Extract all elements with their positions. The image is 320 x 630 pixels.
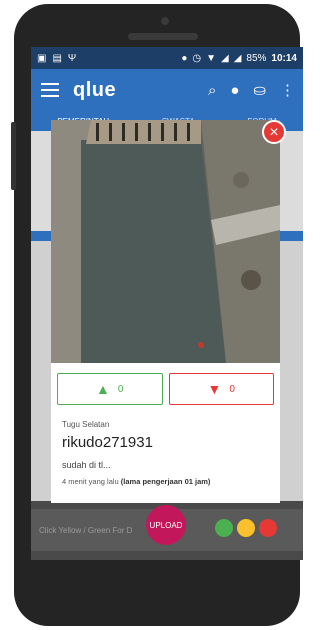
screen: ▣ ▤ Ψ ● ◷ ▼ ◢ ◢ 85% 10:14 qlue ⌕ ● ⛀ ⋮ P… xyxy=(31,47,303,560)
report-username[interactable]: rikudo271931 xyxy=(62,434,153,451)
report-description: sudah di tl... xyxy=(62,460,111,470)
status-bar: ▣ ▤ Ψ ● ◷ ▼ ◢ ◢ 85% 10:14 xyxy=(31,47,303,69)
upvote-button[interactable]: ▲ 0 xyxy=(57,373,163,405)
app-bar: qlue ⌕ ● ⛀ ⋮ xyxy=(31,69,303,111)
report-duration: (lama pengerjaan 01 jam) xyxy=(120,477,211,486)
battery-percent: 85% xyxy=(246,52,267,64)
report-detail-dialog: ▲ 0 ▼ 0 Tugu Selatan rikudo271931 sudah … xyxy=(51,120,280,503)
downvote-count: 0 xyxy=(229,383,235,395)
more-icon[interactable]: ⋮ xyxy=(280,81,295,99)
signal-icon: ◢ xyxy=(221,52,229,64)
thumbs-down-icon: ▼ xyxy=(207,381,222,397)
upvote-count: 0 xyxy=(117,383,124,395)
signal-icon-2: ◢ xyxy=(233,52,242,64)
report-photo xyxy=(51,120,280,363)
phone-camera xyxy=(161,17,169,25)
thumbs-up-icon: ▲ xyxy=(96,381,110,397)
report-time-ago: 4 menit yang lalu xyxy=(62,477,119,486)
search-icon[interactable]: ⌕ xyxy=(208,82,216,99)
bottom-hint: Click Yellow / Green For D xyxy=(39,525,133,535)
usb-icon: Ψ xyxy=(67,52,77,64)
image-icon: ▣ xyxy=(37,52,47,64)
report-time: 4 menit yang lalu (lama pengerjaan 01 ja… xyxy=(62,477,210,486)
clock: 10:14 xyxy=(271,52,297,64)
report-location: Tugu Selatan xyxy=(62,420,110,429)
app-logo: qlue xyxy=(73,78,117,101)
green-dot[interactable] xyxy=(215,519,233,537)
downvote-button[interactable]: ▼ 0 xyxy=(168,373,274,405)
upload-button[interactable]: UPLOAD xyxy=(146,505,186,545)
message-icon: ▤ xyxy=(52,52,62,64)
location-icon: ● xyxy=(181,52,188,64)
phone-side-button xyxy=(11,122,16,190)
red-dot[interactable] xyxy=(259,519,277,537)
phone-speaker xyxy=(128,33,198,40)
close-icon[interactable]: × xyxy=(262,120,286,144)
wifi-icon: ▼ xyxy=(206,52,216,64)
alarm-icon: ◷ xyxy=(192,52,202,64)
menu-icon[interactable] xyxy=(41,83,59,97)
notification-icon[interactable]: ● xyxy=(230,82,239,99)
basket-icon[interactable]: ⛀ xyxy=(253,81,266,99)
yellow-dot[interactable] xyxy=(237,519,255,537)
